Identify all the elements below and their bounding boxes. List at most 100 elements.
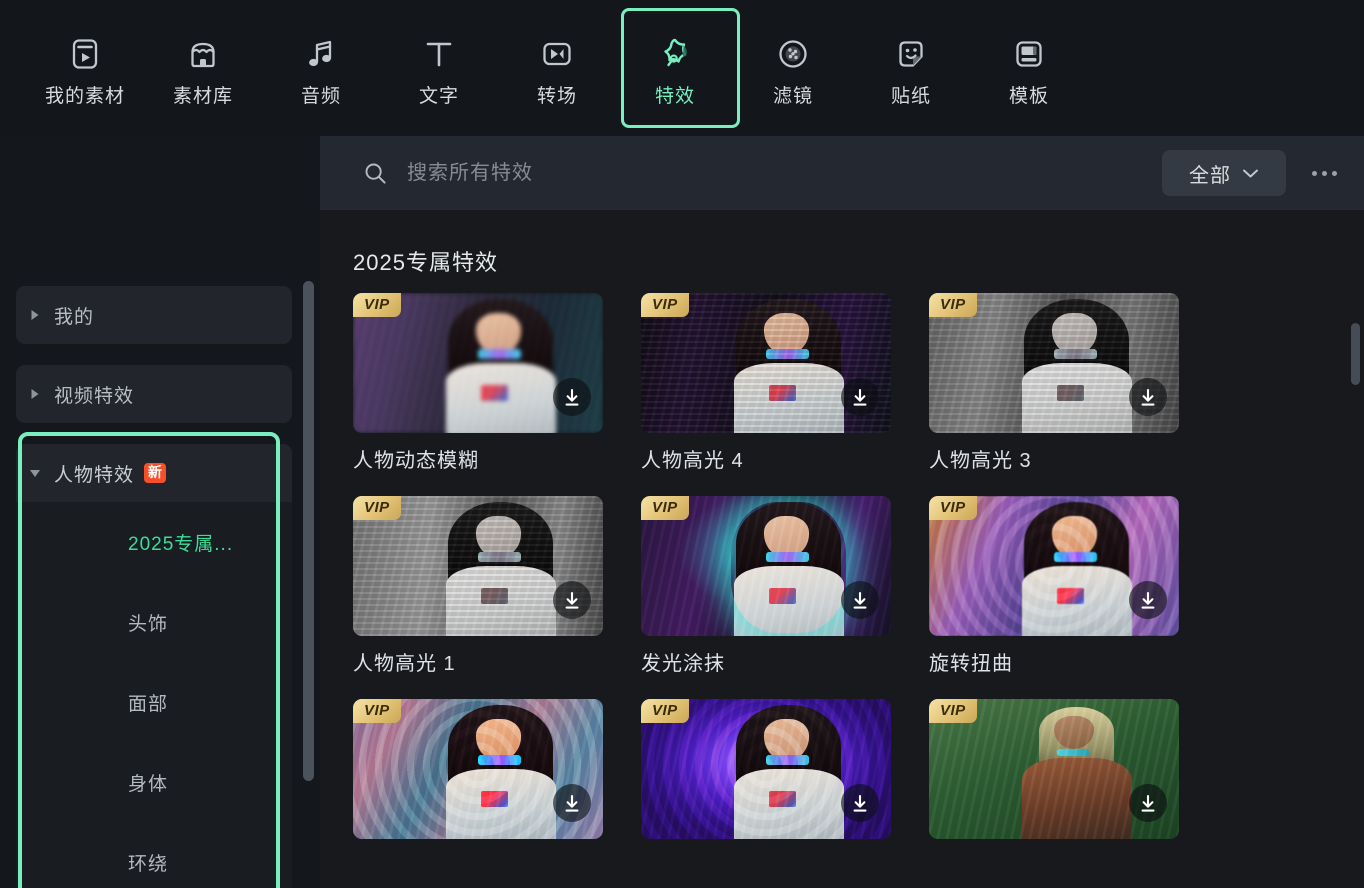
- effect-card[interactable]: VIP 人物高光 1: [353, 496, 603, 676]
- download-button[interactable]: [841, 378, 879, 416]
- vip-badge: VIP: [641, 293, 689, 317]
- sidebar-subitem-2[interactable]: 头饰: [16, 582, 292, 662]
- download-icon: [850, 793, 870, 814]
- effect-thumbnail[interactable]: VIP: [353, 496, 603, 636]
- sidebar-scrollbar[interactable]: [303, 281, 314, 781]
- download-icon: [562, 590, 582, 611]
- search-input[interactable]: [405, 161, 1029, 186]
- effect-thumbnail[interactable]: VIP: [353, 699, 603, 839]
- ellipsis-dot: [1322, 171, 1327, 176]
- download-icon: [1138, 793, 1158, 814]
- filter-label: 全部: [1189, 159, 1231, 188]
- sidebar-item-label: 视频特效: [54, 381, 134, 408]
- effect-title: 人物高光 4: [641, 444, 891, 473]
- main-panel: 全部 2025专属特效 V: [320, 136, 1364, 888]
- download-button[interactable]: [841, 581, 879, 619]
- vip-badge: VIP: [641, 699, 689, 723]
- tab-label: 模板: [1009, 87, 1049, 106]
- download-button[interactable]: [1129, 378, 1167, 416]
- effect-title: 人物高光 1: [353, 647, 603, 676]
- download-button[interactable]: [1129, 581, 1167, 619]
- sidebar-group-label: 人物特效: [54, 460, 134, 487]
- vip-badge: VIP: [641, 496, 689, 520]
- sidebar-subitem-4[interactable]: 身体: [16, 742, 292, 822]
- download-icon: [1138, 590, 1158, 611]
- download-button[interactable]: [553, 581, 591, 619]
- filter-dropdown[interactable]: 全部: [1162, 150, 1286, 196]
- effect-thumbnail[interactable]: VIP: [353, 293, 603, 433]
- effect-thumbnail[interactable]: VIP: [929, 699, 1179, 839]
- download-icon: [850, 590, 870, 611]
- download-icon: [850, 387, 870, 408]
- text-icon: [421, 31, 457, 77]
- collapse-arrow[interactable]: [16, 467, 54, 479]
- triangle-right-icon: [29, 387, 41, 401]
- tab-4[interactable]: 文字: [380, 8, 498, 128]
- sidebar-item-label: 我的: [54, 302, 94, 329]
- content-scrollbar[interactable]: [1351, 323, 1360, 385]
- effect-card[interactable]: VIP 人物高光 4: [641, 293, 891, 473]
- my-media-icon: [67, 31, 103, 77]
- effect-thumbnail[interactable]: VIP: [929, 496, 1179, 636]
- expand-arrow[interactable]: [16, 387, 54, 401]
- effect-card[interactable]: VIP 人物动态模糊: [353, 293, 603, 473]
- download-icon: [562, 793, 582, 814]
- tab-7[interactable]: 滤镜: [734, 8, 852, 128]
- download-button[interactable]: [553, 784, 591, 822]
- top-navigation: 我的素材 素材库 音频 文字转场特效滤镜 贴纸模板: [0, 0, 1364, 136]
- sidebar-subitem-5[interactable]: 环绕: [16, 822, 292, 888]
- ellipsis-dot: [1332, 171, 1337, 176]
- download-button[interactable]: [841, 784, 879, 822]
- sidebar-subitem-3[interactable]: 面部: [16, 662, 292, 742]
- vip-badge: VIP: [353, 496, 401, 520]
- sidebar-subitem-1[interactable]: 2025专属...: [16, 502, 292, 582]
- triangle-down-icon: [28, 467, 42, 479]
- template-icon: [1011, 31, 1047, 77]
- more-options-button[interactable]: [1308, 162, 1340, 184]
- tab-9[interactable]: 模板: [970, 8, 1088, 128]
- effects-row: VIP 人物动态模糊 VIP: [353, 293, 1333, 473]
- effect-thumbnail[interactable]: VIP: [641, 496, 891, 636]
- effect-card[interactable]: VIP: [641, 699, 891, 850]
- tab-3[interactable]: 音频: [262, 8, 380, 128]
- effect-title: 人物动态模糊: [353, 444, 603, 473]
- tab-label: 音频: [301, 87, 341, 106]
- category-list[interactable]: 我的视频特效 人物特效 新 2025专属...头饰面部身体环绕: [0, 136, 320, 888]
- download-button[interactable]: [1129, 784, 1167, 822]
- sidebar-item-2[interactable]: 视频特效: [16, 365, 292, 423]
- tab-5[interactable]: 转场: [498, 8, 616, 128]
- effect-card[interactable]: VIP: [929, 699, 1179, 850]
- expand-arrow[interactable]: [16, 308, 54, 322]
- effect-card[interactable]: VIP: [353, 699, 603, 850]
- effect-thumbnail[interactable]: VIP: [641, 293, 891, 433]
- download-button[interactable]: [553, 378, 591, 416]
- media-library-icon: [185, 31, 221, 77]
- filter-icon: [775, 31, 811, 77]
- effect-card[interactable]: VIP 旋转扭曲: [929, 496, 1179, 676]
- top-nav-items: 我的素材 素材库 音频 文字转场特效滤镜 贴纸模板: [0, 8, 1088, 128]
- vip-badge: VIP: [353, 293, 401, 317]
- effect-card[interactable]: VIP 人物高光 3: [929, 293, 1179, 473]
- tab-2[interactable]: 素材库: [144, 8, 262, 128]
- tab-label: 素材库: [173, 87, 233, 106]
- sidebar-group-character-effects: 人物特效 新 2025专属...头饰面部身体环绕: [16, 444, 292, 888]
- chevron-down-icon: [1242, 168, 1259, 179]
- effect-thumbnail[interactable]: VIP: [641, 699, 891, 839]
- effect-title: 人物高光 3: [929, 444, 1179, 473]
- sticker-icon: [893, 31, 929, 77]
- effect-title: 旋转扭曲: [929, 647, 1179, 676]
- effects-grid: VIP 人物动态模糊 VIP: [353, 293, 1333, 873]
- tab-6[interactable]: 特效: [616, 8, 734, 128]
- effect-card[interactable]: VIP 发光涂抹: [641, 496, 891, 676]
- effects-row: VIP VIP: [353, 699, 1333, 850]
- search-icon: [364, 162, 387, 185]
- sidebar-group-header[interactable]: 人物特效 新: [16, 444, 292, 502]
- vip-badge: VIP: [353, 699, 401, 723]
- tab-8[interactable]: 贴纸: [852, 8, 970, 128]
- tab-label: 我的素材: [45, 87, 125, 106]
- effect-thumbnail[interactable]: VIP: [929, 293, 1179, 433]
- tab-label: 滤镜: [773, 87, 813, 106]
- tab-1[interactable]: 我的素材: [26, 8, 144, 128]
- category-sidebar: 我的视频特效 人物特效 新 2025专属...头饰面部身体环绕: [0, 136, 320, 888]
- sidebar-item-1[interactable]: 我的: [16, 286, 292, 344]
